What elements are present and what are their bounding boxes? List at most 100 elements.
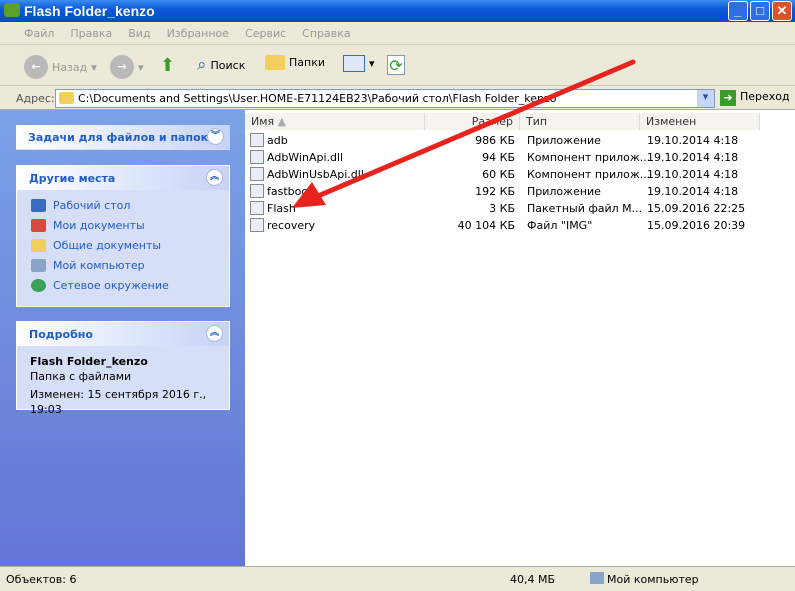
file-name: AdbWinApi.dll xyxy=(267,151,344,164)
minimize-button[interactable]: _ xyxy=(728,1,748,21)
column-label: Размер xyxy=(471,115,513,128)
address-input[interactable]: C:\Documents and Settings\User.HOME-E711… xyxy=(55,89,715,108)
file-name: fastboot xyxy=(267,185,313,198)
file-date: 19.10.2014 4:18 xyxy=(647,168,739,181)
close-button[interactable]: ✕ xyxy=(772,1,792,21)
title-bar: Flash Folder_kenzo _ □ ✕ xyxy=(0,0,795,22)
status-size: 40,4 МБ xyxy=(510,573,556,586)
file-icon xyxy=(250,218,264,232)
file-type: Пакетный файл M... xyxy=(527,202,643,215)
other-places-panel: Другие места ︽ Рабочий стол Мои документы… xyxy=(16,165,230,307)
column-modified[interactable]: Изменен xyxy=(640,113,760,130)
file-row[interactable]: AdbWinApi.dll 94 КБ Компонент прилож... … xyxy=(245,149,765,166)
shared-documents-icon xyxy=(31,239,46,252)
file-row[interactable]: AdbWinUsbApi.dll 60 КБ Компонент прилож.… xyxy=(245,166,765,183)
places-title: Другие места xyxy=(29,172,116,185)
file-date: 19.10.2014 4:18 xyxy=(647,134,739,147)
place-my-computer[interactable]: Мой компьютер xyxy=(17,256,229,276)
status-location: Мой компьютер xyxy=(607,573,699,586)
details-type: Папка с файлами xyxy=(30,370,132,383)
tasks-title: Задачи для файлов и папок xyxy=(28,131,209,144)
folders-label: Папки xyxy=(289,56,325,69)
chevron-up-icon[interactable]: ︽ xyxy=(206,325,223,342)
file-row[interactable]: recovery 40 104 КБ Файл "IMG" 15.09.2016… xyxy=(245,217,765,234)
up-folder-button[interactable]: ⬆ xyxy=(160,55,175,76)
details-name: Flash Folder_kenzo xyxy=(30,355,148,368)
details-modified: Изменен: 15 сентября 2016 г., 19:03 xyxy=(30,388,207,416)
address-path: C:\Documents and Settings\User.HOME-E711… xyxy=(78,92,557,105)
my-documents-icon xyxy=(31,219,46,232)
file-row[interactable]: Flash 3 КБ Пакетный файл M... 15.09.2016… xyxy=(245,200,765,217)
file-size: 192 КБ xyxy=(475,185,515,198)
search-button[interactable]: ⌕ Поиск xyxy=(197,55,245,75)
menu-file[interactable]: Файл xyxy=(24,27,54,40)
menu-edit[interactable]: Правка xyxy=(70,27,112,40)
file-icon xyxy=(250,150,264,164)
file-size: 60 КБ xyxy=(482,168,515,181)
up-folder-icon: ⬆ xyxy=(160,55,176,76)
place-label: Мои документы xyxy=(53,219,145,232)
place-label: Сетевое окружение xyxy=(53,279,169,292)
column-size[interactable]: Размер xyxy=(425,113,520,130)
search-label: Поиск xyxy=(210,58,246,72)
details-panel: Подробно ︽ Flash Folder_kenzo Папка с фай… xyxy=(16,321,230,416)
address-bar: Адрес: C:\Documents and Settings\User.HO… xyxy=(0,86,795,110)
places-header[interactable]: Другие места ︽ xyxy=(17,166,229,190)
place-desktop[interactable]: Рабочий стол xyxy=(17,196,229,216)
window-title: Flash Folder_kenzo xyxy=(24,3,155,19)
forward-button[interactable]: → ▾ xyxy=(110,55,144,79)
views-icon xyxy=(343,55,365,72)
status-bar: Объектов: 6 40,4 МБ Мой компьютер xyxy=(0,566,795,591)
status-objects: Объектов: 6 xyxy=(6,573,77,586)
menu-view[interactable]: Вид xyxy=(128,27,150,40)
menu-favorites[interactable]: Избранное xyxy=(167,27,229,40)
details-title: Подробно xyxy=(29,328,93,341)
back-arrow-icon: ← xyxy=(24,55,48,79)
address-label: Адрес: xyxy=(16,92,55,105)
place-label: Общие документы xyxy=(53,239,162,252)
file-row[interactable]: fastboot 192 КБ Приложение 19.10.2014 4:… xyxy=(245,183,765,200)
sync-button[interactable]: ⟳ xyxy=(387,55,405,75)
file-row[interactable]: adb 986 КБ Приложение 19.10.2014 4:18 xyxy=(245,132,765,149)
folders-icon xyxy=(265,55,285,70)
place-network[interactable]: Сетевое окружение xyxy=(17,276,229,296)
desktop-icon xyxy=(31,199,46,212)
chevron-down-icon[interactable]: ︾ xyxy=(207,128,224,145)
details-header[interactable]: Подробно ︽ xyxy=(17,322,229,346)
views-button[interactable]: ▾ xyxy=(343,55,375,72)
search-icon: ⌕ xyxy=(197,55,207,75)
file-name: AdbWinUsbApi.dll xyxy=(267,168,364,181)
column-label: Изменен xyxy=(646,115,697,128)
file-size: 986 КБ xyxy=(475,134,515,147)
sync-icon: ⟳ xyxy=(387,55,405,75)
file-date: 15.09.2016 20:39 xyxy=(647,219,746,232)
task-pane: Задачи для файлов и папок ︾ Другие места ︽… xyxy=(0,110,245,566)
toolbar: ← Назад ▾ → ▾ ⬆ ⌕ Поиск Папки ▾ ⟳ xyxy=(0,45,795,86)
place-label: Рабочий стол xyxy=(53,199,131,212)
menu-help[interactable]: Справка xyxy=(302,27,350,40)
tasks-panel: Задачи для файлов и папок ︾ xyxy=(16,125,230,150)
address-dropdown-button[interactable]: ▾ xyxy=(697,90,714,107)
file-type: Компонент прилож... xyxy=(527,168,651,181)
file-size: 40 104 КБ xyxy=(457,219,515,232)
maximize-button[interactable]: □ xyxy=(750,1,770,21)
column-name[interactable]: Имя ▲ xyxy=(245,113,425,130)
file-type: Компонент прилож... xyxy=(527,151,651,164)
file-type: Приложение xyxy=(527,185,601,198)
tasks-header[interactable]: Задачи для файлов и папок ︾ xyxy=(16,125,230,149)
place-my-documents[interactable]: Мои документы xyxy=(17,216,229,236)
chevron-up-icon[interactable]: ︽ xyxy=(206,169,223,186)
column-label: Имя xyxy=(251,115,275,128)
file-type: Приложение xyxy=(527,134,601,147)
file-list: Имя ▲ Размер Тип Изменен adb 986 КБ Прил… xyxy=(245,110,795,566)
folder-icon xyxy=(59,92,74,104)
my-computer-icon xyxy=(31,259,46,272)
place-shared-documents[interactable]: Общие документы xyxy=(17,236,229,256)
folders-button[interactable]: Папки xyxy=(265,55,325,70)
menu-tools[interactable]: Сервис xyxy=(245,27,286,40)
go-button[interactable]: ➜ Переход xyxy=(720,90,790,106)
column-label: Тип xyxy=(526,115,548,128)
column-type[interactable]: Тип xyxy=(520,113,640,130)
file-icon xyxy=(250,133,264,147)
back-button[interactable]: ← Назад ▾ xyxy=(24,55,97,79)
